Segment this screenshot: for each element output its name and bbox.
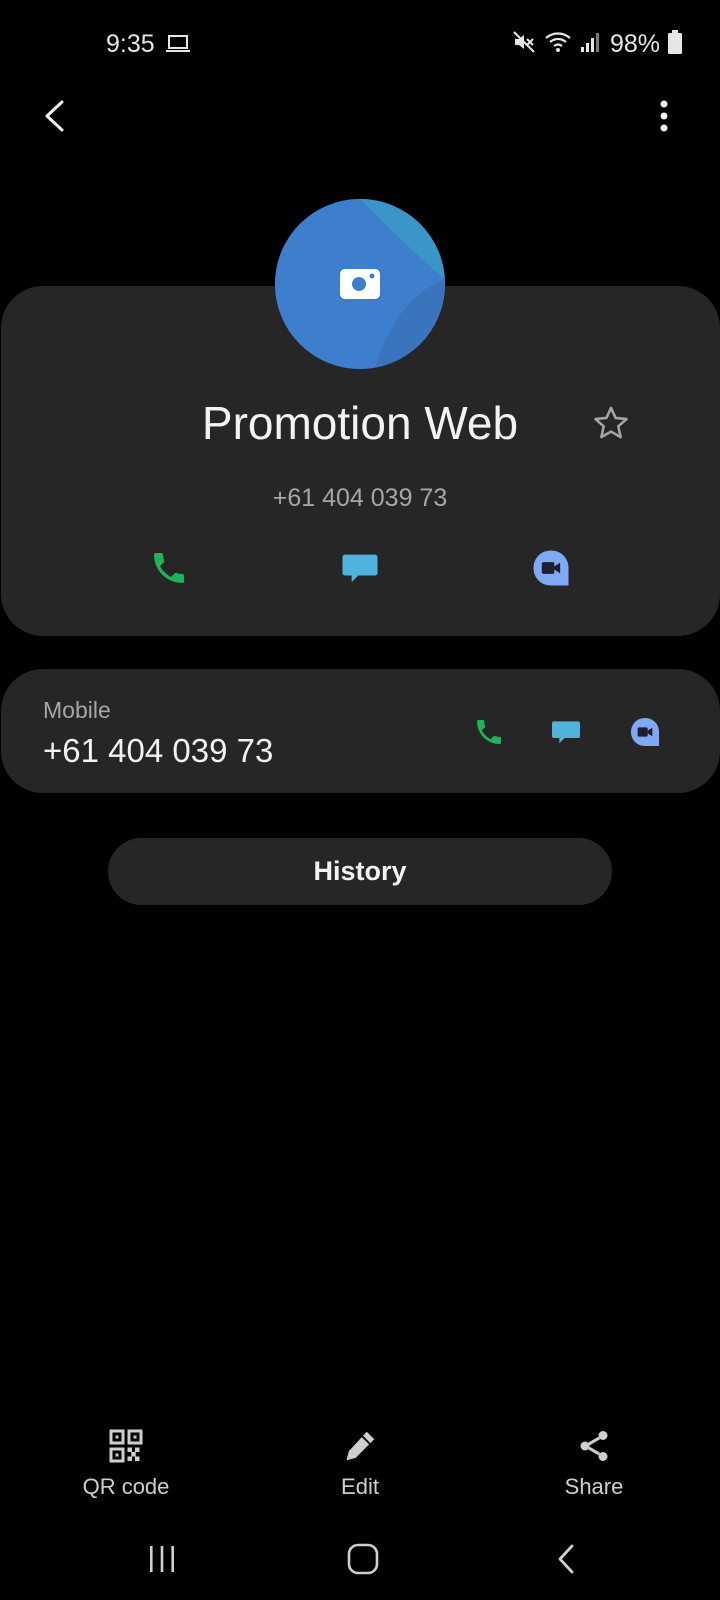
mute-icon — [512, 30, 536, 59]
back-button[interactable] — [34, 92, 74, 140]
history-button[interactable]: History — [108, 838, 612, 905]
call-button[interactable] — [139, 538, 199, 598]
recent-apps-button[interactable] — [132, 1534, 192, 1584]
system-back-button[interactable] — [536, 1534, 596, 1584]
mobile-label: Mobile — [43, 697, 111, 723]
edit-button[interactable]: Edit — [280, 1428, 440, 1508]
recent-apps-icon — [150, 1546, 174, 1572]
mobile-video-call-button[interactable] — [620, 707, 670, 757]
message-icon — [342, 554, 378, 583]
contact-header-phone: +61 404 039 73 — [272, 484, 448, 512]
more-options-button[interactable] — [644, 92, 684, 140]
home-icon — [347, 1543, 379, 1575]
signal-icon — [580, 31, 602, 58]
favorite-star-button[interactable] — [592, 404, 630, 447]
edit-label: Edit — [341, 1474, 379, 1499]
message-button[interactable] — [330, 538, 390, 598]
video-call-icon — [631, 718, 659, 746]
mobile-number: +61 404 039 73 — [43, 732, 274, 769]
status-time: 9:35 — [106, 30, 155, 58]
status-bar: 9:35 98% — [0, 0, 720, 90]
battery-icon — [668, 30, 682, 59]
qr-code-label: QR code — [82, 1474, 170, 1499]
share-button[interactable]: Share — [514, 1428, 674, 1508]
phone-icon — [154, 553, 184, 583]
mobile-call-button[interactable] — [464, 707, 514, 757]
pencil-icon — [346, 1431, 375, 1461]
video-call-icon — [533, 550, 569, 586]
home-button[interactable] — [333, 1534, 393, 1584]
battery-percentage: 98% — [609, 30, 660, 58]
wifi-icon — [544, 30, 572, 59]
more-vert-icon — [660, 100, 668, 132]
contact-avatar[interactable] — [275, 199, 445, 369]
share-label: Share — [564, 1474, 624, 1499]
star-outline-icon — [594, 406, 628, 439]
qr-code-icon — [109, 1429, 143, 1463]
back-arrow-icon — [45, 100, 64, 132]
message-icon — [552, 721, 580, 744]
back-chevron-icon — [558, 1544, 574, 1574]
share-icon — [580, 1431, 608, 1461]
phone-icon — [477, 720, 501, 744]
qr-code-button[interactable]: QR code — [46, 1428, 206, 1508]
camera-icon — [340, 269, 380, 299]
video-call-button[interactable] — [521, 538, 581, 598]
mobile-message-button[interactable] — [541, 707, 591, 757]
laptop-icon — [166, 34, 190, 59]
mobile-number-row[interactable] — [1, 669, 720, 793]
